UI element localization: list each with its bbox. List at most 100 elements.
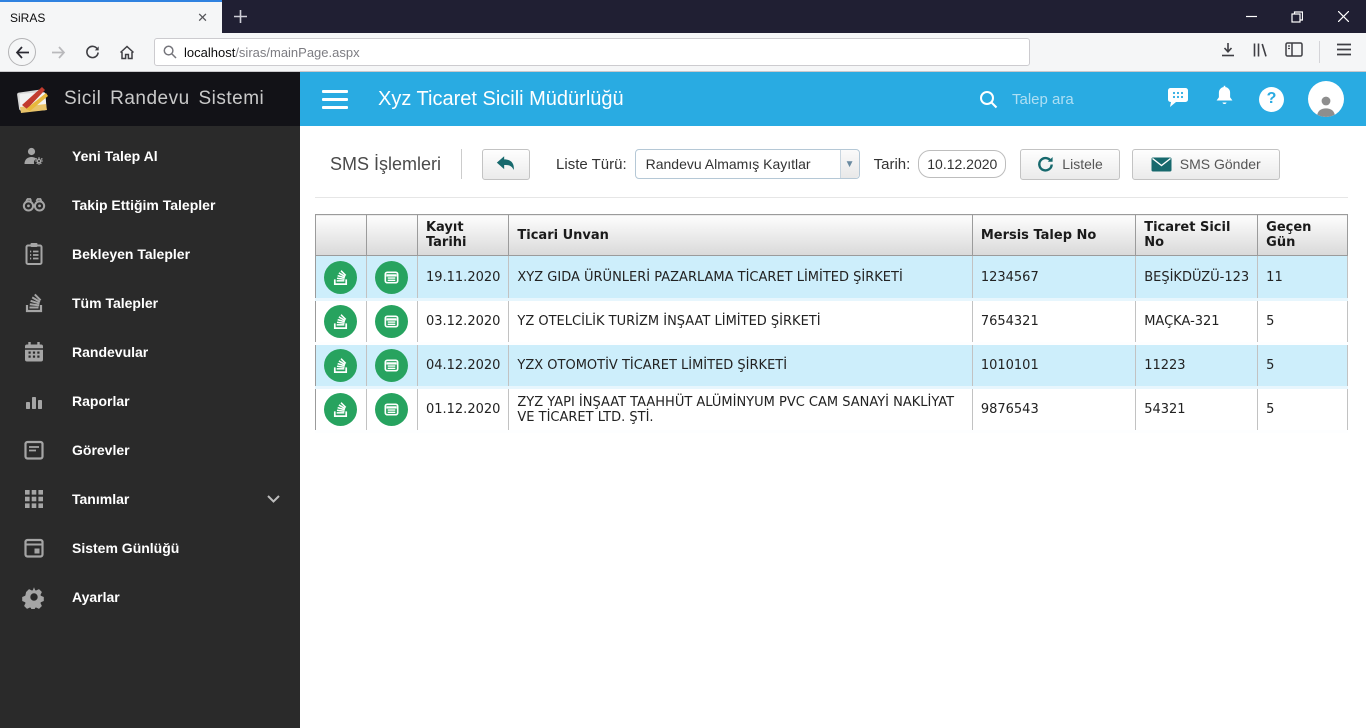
row-send-sms-button[interactable] bbox=[324, 393, 358, 426]
forward-arrow-icon bbox=[51, 45, 65, 59]
user-avatar-button[interactable] bbox=[1308, 81, 1344, 117]
col-mersis-talep-no: Mersis Talep No bbox=[972, 214, 1137, 256]
sidebar-toggle-button[interactable] bbox=[1285, 42, 1303, 62]
sidebar: Sicil Randevu Sistemi Yeni Talep Al Taki… bbox=[0, 72, 300, 728]
liste-turu-value: Randevu Almamış Kayıtlar bbox=[645, 156, 811, 172]
sms-stack-icon bbox=[334, 402, 348, 418]
row-send-sms-button[interactable] bbox=[324, 260, 358, 294]
row-send-sms-button[interactable] bbox=[324, 305, 358, 338]
sms-gonder-label: SMS Gönder bbox=[1179, 156, 1261, 172]
forward-button[interactable] bbox=[46, 45, 70, 59]
window-close-button[interactable] bbox=[1320, 0, 1366, 33]
app-logo-icon bbox=[17, 87, 48, 113]
search-placeholder: Talep ara bbox=[1012, 90, 1074, 108]
tab-close-icon[interactable]: ✕ bbox=[193, 8, 212, 28]
restore-icon bbox=[1291, 10, 1303, 23]
notifications-button[interactable] bbox=[1214, 85, 1235, 113]
menu-button[interactable] bbox=[1336, 43, 1352, 61]
binoculars-icon bbox=[22, 193, 46, 217]
col-action-2 bbox=[366, 214, 418, 256]
talep-search-input[interactable]: Talep ara bbox=[979, 90, 1154, 109]
sidebar-item-2[interactable]: Takip Ettiğim Talepler bbox=[0, 180, 300, 229]
sidebar-item-5[interactable]: Randevular bbox=[0, 327, 300, 376]
sidebar-item-label: Yeni Talep Al bbox=[72, 147, 158, 164]
brand-bar: Sicil Randevu Sistemi bbox=[0, 72, 300, 126]
detail-list-icon bbox=[384, 270, 399, 284]
listele-button[interactable]: Listele bbox=[1020, 148, 1120, 180]
sidebar-item-label: Sistem Günlüğü bbox=[72, 539, 180, 556]
app-header: Xyz Ticaret Sicili Müdürlüğü Talep ara bbox=[300, 72, 1366, 126]
cell-gecen-gun: 5 bbox=[1257, 387, 1348, 433]
library-button[interactable] bbox=[1252, 42, 1269, 63]
sidebar-item-8[interactable]: Tanımlar bbox=[0, 474, 300, 523]
new-tab-button[interactable] bbox=[222, 0, 258, 33]
row-detail-button[interactable] bbox=[375, 305, 409, 338]
url-bar[interactable]: localhost/siras/mainPage.aspx bbox=[154, 38, 1030, 66]
sidebar-item-label: Ayarlar bbox=[72, 588, 120, 605]
sidebar-item-3[interactable]: Bekleyen Talepler bbox=[0, 229, 300, 278]
cell-mersis-talep-no: 7654321 bbox=[972, 299, 1137, 345]
messages-button[interactable] bbox=[1166, 86, 1190, 113]
sidebar-item-4[interactable]: Tüm Talepler bbox=[0, 278, 300, 327]
sidebar-item-1[interactable]: Yeni Talep Al bbox=[0, 131, 300, 180]
app-title: Xyz Ticaret Sicili Müdürlüğü bbox=[378, 87, 624, 110]
col-kayit-tarihi: Kayıt Tarihi bbox=[417, 214, 510, 256]
content-divider bbox=[315, 197, 1348, 198]
row-detail-button[interactable] bbox=[375, 393, 409, 426]
browser-tab[interactable]: SiRAS ✕ bbox=[0, 0, 222, 33]
detail-list-icon bbox=[384, 403, 399, 416]
liste-turu-label: Liste Türü: bbox=[556, 155, 627, 173]
back-button[interactable] bbox=[8, 38, 36, 66]
window-minimize-button[interactable] bbox=[1228, 0, 1274, 33]
sidebar-item-6[interactable]: Raporlar bbox=[0, 376, 300, 425]
sidebar-item-9[interactable]: Sistem Günlüğü bbox=[0, 523, 300, 572]
help-button[interactable] bbox=[1259, 86, 1284, 112]
user-icon bbox=[1317, 96, 1335, 117]
tab-title: SiRAS bbox=[10, 10, 46, 25]
sms-gonder-button[interactable]: SMS Gönder bbox=[1131, 148, 1280, 180]
return-button[interactable] bbox=[482, 148, 531, 180]
log-calendar-icon bbox=[22, 536, 46, 560]
gear-icon bbox=[22, 585, 46, 609]
page-toolbar: SMS İşlemleri Liste Türü: Randevu Almamı… bbox=[330, 146, 1348, 182]
url-host: localhost bbox=[184, 44, 236, 60]
row-send-sms-button[interactable] bbox=[324, 349, 358, 382]
home-icon bbox=[119, 44, 135, 59]
table-row: 19.11.2020 XYZ GIDA ÜRÜNLERİ PAZARLAMA T… bbox=[315, 255, 1348, 301]
sidebar-item-7[interactable]: Görevler bbox=[0, 425, 300, 474]
bell-icon bbox=[1216, 85, 1233, 105]
url-text: localhost/siras/mainPage.aspx bbox=[184, 45, 360, 60]
cell-ticari-unvan: YZX OTOMOTİV TİCARET LİMİTED ŞİRKETİ bbox=[508, 343, 973, 389]
liste-turu-select[interactable]: Randevu Almamış Kayıtlar ▼ bbox=[634, 149, 860, 179]
plus-icon bbox=[233, 10, 247, 23]
detail-list-icon bbox=[384, 315, 399, 328]
reload-icon bbox=[85, 45, 99, 58]
cell-kayit-tarihi: 03.12.2020 bbox=[417, 299, 510, 345]
window-restore-button[interactable] bbox=[1274, 0, 1320, 33]
sidebar-item-label: Görevler bbox=[72, 441, 130, 458]
stack-icon bbox=[22, 291, 46, 315]
sidebar-item-10[interactable]: Ayarlar bbox=[0, 572, 300, 621]
table-row: 01.12.2020 ZYZ YAPI İNŞAAT TAAHHÜT ALÜMİ… bbox=[315, 387, 1348, 433]
col-gecen-gun: Geçen Gün bbox=[1257, 214, 1348, 256]
sms-stack-icon bbox=[334, 358, 348, 374]
grid-icon bbox=[22, 487, 46, 511]
cell-ticari-unvan: ZYZ YAPI İNŞAAT TAAHHÜT ALÜMİNYUM PVC CA… bbox=[508, 387, 973, 433]
reload-button[interactable] bbox=[80, 45, 104, 60]
row-detail-button[interactable] bbox=[375, 349, 409, 382]
tarih-label: Tarih: bbox=[873, 155, 911, 173]
table-header-row: Kayıt Tarihi Ticari Unvan Mersis Talep N… bbox=[315, 214, 1348, 256]
sidebar-item-label: Randevular bbox=[72, 343, 149, 360]
col-ticari-unvan: Ticari Unvan bbox=[508, 214, 973, 256]
row-detail-button[interactable] bbox=[375, 260, 409, 294]
cell-kayit-tarihi: 04.12.2020 bbox=[417, 343, 510, 389]
downloads-button[interactable] bbox=[1220, 42, 1236, 63]
browser-navbar: localhost/siras/mainPage.aspx bbox=[0, 33, 1366, 72]
app-menu-toggle[interactable] bbox=[322, 89, 348, 109]
sidebar-item-label: Raporlar bbox=[72, 392, 130, 409]
cell-gecen-gun: 11 bbox=[1257, 255, 1348, 301]
cell-gecen-gun: 5 bbox=[1257, 299, 1348, 345]
tarih-input[interactable] bbox=[918, 150, 1007, 178]
page-title: SMS İşlemleri bbox=[330, 153, 442, 174]
home-button[interactable] bbox=[114, 44, 140, 60]
